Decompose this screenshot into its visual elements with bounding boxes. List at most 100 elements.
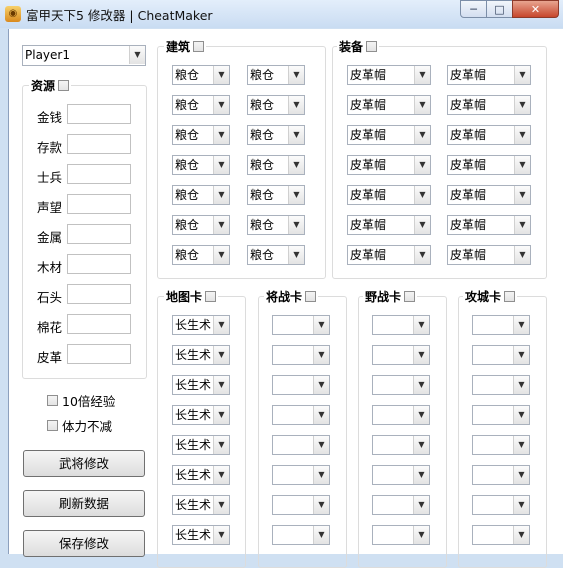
card-select-2[interactable]: ▼ bbox=[372, 315, 430, 335]
equipment-select[interactable]: 皮革帽 ▼ bbox=[447, 155, 531, 175]
equipment-select[interactable]: 皮革帽 ▼ bbox=[347, 95, 431, 115]
card-select-0[interactable]: 长生术 ▼ bbox=[172, 375, 230, 395]
chevron-down-icon: ▼ bbox=[414, 126, 430, 144]
equipment-select[interactable]: 皮革帽 ▼ bbox=[347, 65, 431, 85]
card-select-2[interactable]: ▼ bbox=[372, 435, 430, 455]
exp10-option[interactable]: 10倍经验 bbox=[47, 391, 115, 410]
resource-input[interactable] bbox=[67, 314, 131, 334]
building-select-value: 粮仓 bbox=[250, 188, 275, 202]
card-select-3[interactable]: ▼ bbox=[472, 465, 530, 485]
equipment-select[interactable]: 皮革帽 ▼ bbox=[347, 215, 431, 235]
player-select-value: Player1 bbox=[25, 48, 70, 62]
card-select-1[interactable]: ▼ bbox=[272, 465, 330, 485]
building-select[interactable]: 粮仓 ▼ bbox=[172, 95, 230, 115]
refresh-button[interactable]: 刷新数据 bbox=[23, 490, 145, 517]
equipment-select[interactable]: 皮革帽 ▼ bbox=[347, 155, 431, 175]
card-select-1[interactable]: ▼ bbox=[272, 345, 330, 365]
equipment-select-value: 皮革帽 bbox=[350, 128, 387, 142]
card-select-0[interactable]: 长生术 ▼ bbox=[172, 525, 230, 545]
building-select[interactable]: 粮仓 ▼ bbox=[247, 215, 305, 235]
building-select-value: 粮仓 bbox=[175, 218, 200, 232]
equipment-select[interactable]: 皮革帽 ▼ bbox=[347, 185, 431, 205]
building-select[interactable]: 粮仓 ▼ bbox=[172, 245, 230, 265]
card-select-0[interactable]: 长生术 ▼ bbox=[172, 435, 230, 455]
card-select-1[interactable]: ▼ bbox=[272, 495, 330, 515]
resource-input[interactable] bbox=[67, 104, 131, 124]
building-select[interactable]: 粮仓 ▼ bbox=[247, 185, 305, 205]
card-select-2[interactable]: ▼ bbox=[372, 495, 430, 515]
general-edit-button[interactable]: 武将修改 bbox=[23, 450, 145, 477]
card-group-1-checkbox[interactable] bbox=[305, 291, 317, 302]
equipment-checkbox[interactable] bbox=[366, 41, 378, 52]
equipment-select[interactable]: 皮革帽 ▼ bbox=[447, 125, 531, 145]
equipment-select[interactable]: 皮革帽 ▼ bbox=[447, 95, 531, 115]
building-select[interactable]: 粮仓 ▼ bbox=[247, 155, 305, 175]
card-select-2[interactable]: ▼ bbox=[372, 405, 430, 425]
maximize-button[interactable]: □ bbox=[486, 0, 513, 18]
save-button[interactable]: 保存修改 bbox=[23, 530, 145, 557]
card-select-3[interactable]: ▼ bbox=[472, 405, 530, 425]
resource-label: 金属 bbox=[37, 230, 63, 245]
card-select-0[interactable]: 长生术 ▼ bbox=[172, 405, 230, 425]
card-group-1-label: 将战卡 bbox=[266, 290, 303, 304]
card-select-2[interactable]: ▼ bbox=[372, 525, 430, 545]
card-select-2[interactable]: ▼ bbox=[372, 345, 430, 365]
equipment-select[interactable]: 皮革帽 ▼ bbox=[447, 215, 531, 235]
resource-input[interactable] bbox=[67, 194, 131, 214]
resource-input[interactable] bbox=[67, 344, 131, 364]
building-select[interactable]: 粮仓 ▼ bbox=[247, 65, 305, 85]
building-select[interactable]: 粮仓 ▼ bbox=[172, 155, 230, 175]
card-group-0-checkbox[interactable] bbox=[205, 291, 217, 302]
building-checkbox[interactable] bbox=[193, 41, 205, 52]
card-select-3[interactable]: ▼ bbox=[472, 375, 530, 395]
building-select[interactable]: 粮仓 ▼ bbox=[172, 125, 230, 145]
resource-input[interactable] bbox=[67, 134, 131, 154]
card-select-1[interactable]: ▼ bbox=[272, 405, 330, 425]
equipment-select[interactable]: 皮革帽 ▼ bbox=[347, 125, 431, 145]
card-select-0[interactable]: 长生术 ▼ bbox=[172, 315, 230, 335]
card-select-3[interactable]: ▼ bbox=[472, 435, 530, 455]
equipment-select[interactable]: 皮革帽 ▼ bbox=[447, 245, 531, 265]
card-group-3-checkbox[interactable] bbox=[504, 291, 516, 302]
building-select[interactable]: 粮仓 ▼ bbox=[172, 215, 230, 235]
card-select-3[interactable]: ▼ bbox=[472, 315, 530, 335]
card-select-2[interactable]: ▼ bbox=[372, 465, 430, 485]
resource-input[interactable] bbox=[67, 254, 131, 274]
player-select[interactable]: Player1 ▼ bbox=[22, 45, 146, 66]
building-select[interactable]: 粮仓 ▼ bbox=[247, 95, 305, 115]
card-select-2[interactable]: ▼ bbox=[372, 375, 430, 395]
card-group-2-checkbox[interactable] bbox=[404, 291, 416, 302]
resource-input[interactable] bbox=[67, 224, 131, 244]
card-select-1[interactable]: ▼ bbox=[272, 525, 330, 545]
building-select[interactable]: 粮仓 ▼ bbox=[247, 125, 305, 145]
card-select-1[interactable]: ▼ bbox=[272, 435, 330, 455]
building-select[interactable]: 粮仓 ▼ bbox=[247, 245, 305, 265]
card-select-0[interactable]: 长生术 ▼ bbox=[172, 495, 230, 515]
building-select[interactable]: 粮仓 ▼ bbox=[172, 185, 230, 205]
exp10-checkbox[interactable] bbox=[47, 395, 58, 406]
resource-input[interactable] bbox=[67, 284, 131, 304]
card-select-1[interactable]: ▼ bbox=[272, 315, 330, 335]
building-select-value: 粮仓 bbox=[175, 98, 200, 112]
card-select-0-value: 长生术 bbox=[175, 528, 212, 542]
card-select-0[interactable]: 长生术 ▼ bbox=[172, 345, 230, 365]
card-select-1[interactable]: ▼ bbox=[272, 375, 330, 395]
stamina-option[interactable]: 体力不减 bbox=[47, 416, 112, 435]
card-select-3[interactable]: ▼ bbox=[472, 525, 530, 545]
resource-input[interactable] bbox=[67, 164, 131, 184]
resources-checkbox[interactable] bbox=[58, 80, 70, 91]
chevron-down-icon: ▼ bbox=[213, 376, 229, 394]
minimize-button[interactable]: ─ bbox=[460, 0, 487, 18]
card-select-0-value: 长生术 bbox=[175, 348, 212, 362]
card-select-3[interactable]: ▼ bbox=[472, 345, 530, 365]
equipment-select[interactable]: 皮革帽 ▼ bbox=[447, 185, 531, 205]
equipment-select[interactable]: 皮革帽 ▼ bbox=[447, 65, 531, 85]
stamina-checkbox[interactable] bbox=[47, 420, 58, 431]
equipment-select-value: 皮革帽 bbox=[350, 98, 387, 112]
equipment-select[interactable]: 皮革帽 ▼ bbox=[347, 245, 431, 265]
card-select-0[interactable]: 长生术 ▼ bbox=[172, 465, 230, 485]
card-select-3[interactable]: ▼ bbox=[472, 495, 530, 515]
building-select[interactable]: 粮仓 ▼ bbox=[172, 65, 230, 85]
close-button[interactable]: ✕ bbox=[512, 0, 559, 18]
chevron-down-icon: ▼ bbox=[313, 436, 329, 454]
